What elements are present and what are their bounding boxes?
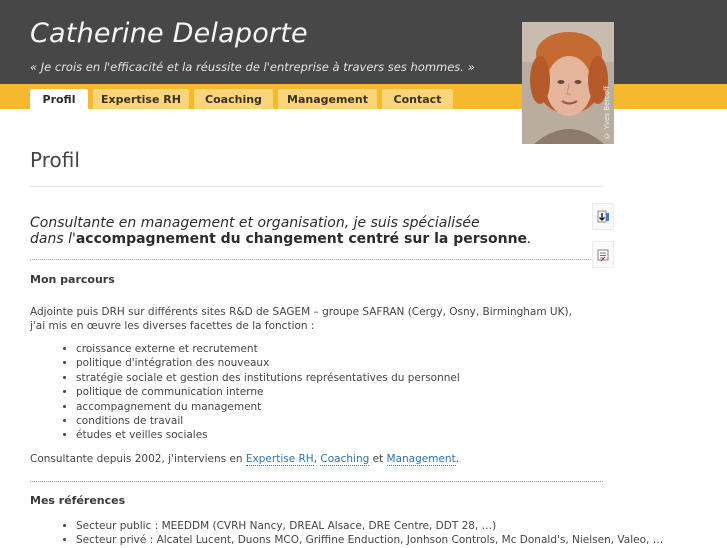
list-item: conditions de travail bbox=[76, 414, 460, 428]
parcours-line-1: Adjointe puis DRH sur différents sites R… bbox=[30, 306, 572, 318]
tab-label: Profil bbox=[42, 92, 76, 106]
parcours-closing: Consultante depuis 2002, j'interviens en… bbox=[30, 452, 459, 466]
portrait-illustration bbox=[522, 22, 614, 144]
section-divider bbox=[30, 481, 603, 482]
parcours-list: croissance externe et recrutement politi… bbox=[30, 342, 460, 443]
tab-management[interactable]: Management bbox=[278, 89, 377, 109]
parcours-paragraph: Adjointe puis DRH sur différents sites R… bbox=[30, 305, 572, 333]
print-icon[interactable] bbox=[592, 241, 614, 268]
intro-statement: Consultante en management et organisatio… bbox=[30, 215, 590, 247]
tab-label: Expertise RH bbox=[101, 92, 181, 106]
link-management[interactable]: Management bbox=[386, 453, 456, 466]
section-heading-parcours: Mon parcours bbox=[30, 273, 115, 286]
intro-divider bbox=[30, 259, 603, 260]
list-item: Secteur privé : Alcatel Lucent, Duons MC… bbox=[76, 533, 663, 547]
title-divider bbox=[30, 186, 603, 187]
photo-credit: © Yves Bercoff bbox=[603, 86, 611, 140]
list-item: croissance externe et recrutement bbox=[76, 342, 460, 356]
tab-label: Coaching bbox=[205, 92, 262, 106]
tab-profil[interactable]: Profil bbox=[30, 89, 88, 109]
parcours-line-2: j'ai mis en œuvre les diverses facettes … bbox=[30, 320, 315, 332]
intro-emphasis: accompagnement du changement centré sur … bbox=[75, 231, 528, 247]
intro-line-2-prefix: dans l' bbox=[30, 231, 76, 247]
site-title[interactable]: Catherine Delaporte bbox=[30, 18, 308, 49]
references-list: Secteur public : MEEDDM (CVRH Nancy, DRE… bbox=[30, 519, 663, 548]
list-item: Secteur public : MEEDDM (CVRH Nancy, DRE… bbox=[76, 519, 663, 533]
download-icon[interactable] bbox=[592, 203, 614, 230]
portrait-photo: © Yves Bercoff bbox=[522, 22, 614, 144]
closing-prefix: Consultante depuis 2002, j'interviens en bbox=[30, 453, 246, 465]
tab-label: Contact bbox=[393, 92, 442, 106]
site-tagline: « Je crois en l'efficacité et la réussit… bbox=[30, 60, 475, 74]
link-expertise-rh[interactable]: Expertise RH bbox=[245, 453, 314, 466]
page-title: Profil bbox=[30, 148, 80, 172]
intro-line-1: Consultante en management et organisatio… bbox=[30, 215, 480, 231]
intro-line-2: dans l'accompagnement du changement cent… bbox=[30, 231, 590, 247]
tab-expertise-rh[interactable]: Expertise RH bbox=[93, 89, 189, 109]
list-item: politique d'intégration des nouveaux bbox=[76, 356, 460, 370]
list-item: politique de communication interne bbox=[76, 385, 460, 399]
intro-line-2-suffix: . bbox=[527, 231, 532, 247]
tab-label: Management bbox=[287, 92, 368, 106]
section-heading-references: Mes références bbox=[30, 494, 126, 507]
list-item: accompagnement du management bbox=[76, 400, 460, 414]
print-icon-graphic bbox=[597, 249, 609, 262]
download-icon-graphic bbox=[597, 210, 609, 223]
site-header: Catherine Delaporte « Je crois en l'effi… bbox=[0, 0, 727, 84]
closing-separator-2: et bbox=[369, 453, 387, 465]
list-item: études et veilles sociales bbox=[76, 428, 460, 442]
tab-coaching[interactable]: Coaching bbox=[194, 89, 273, 109]
closing-suffix: . bbox=[455, 453, 460, 465]
list-item: stratégie sociale et gestion des institu… bbox=[76, 371, 460, 385]
tab-contact[interactable]: Contact bbox=[382, 89, 453, 109]
link-coaching[interactable]: Coaching bbox=[320, 453, 370, 466]
